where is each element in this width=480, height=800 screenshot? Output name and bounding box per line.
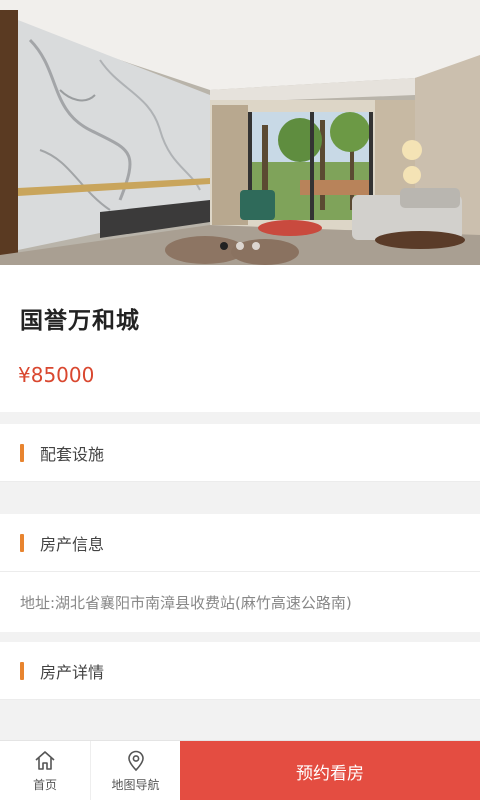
bottom-action-bar: 首页 地图导航 预约看房 (0, 740, 480, 800)
section-header: 配套设施 (0, 424, 480, 482)
section-accent-bar (20, 443, 24, 462)
property-summary: 国誉万和城 ¥85000 (0, 265, 480, 412)
section-header: 房产详情 (0, 642, 480, 700)
tab-map-label: 地图导航 (111, 778, 160, 792)
property-address: 地址:湖北省襄阳市南漳县收费站(麻竹高速公路南) (20, 593, 352, 612)
home-icon (35, 751, 55, 770)
section-accent-bar (20, 661, 24, 680)
carousel-dot[interactable] (236, 242, 244, 250)
tab-home-label: 首页 (32, 778, 57, 792)
tab-home[interactable]: 首页 (0, 741, 90, 800)
carousel-indicator (0, 242, 480, 250)
hero-carousel[interactable] (0, 0, 480, 265)
section-header: 房产信息 (0, 514, 480, 572)
hero-living-room-image (0, 0, 480, 265)
book-viewing-button[interactable]: 预约看房 (180, 741, 480, 800)
location-pin-icon (127, 750, 144, 772)
section-property-details: 房产详情 (0, 642, 480, 700)
section-title-facilities: 配套设施 (40, 444, 105, 464)
carousel-dot-active[interactable] (220, 242, 228, 250)
section-accent-bar (20, 533, 24, 552)
section-property-info: 房产信息 地址:湖北省襄阳市南漳县收费站(麻竹高速公路南) (0, 514, 480, 632)
section-facilities: 配套设施 (0, 424, 480, 482)
section-title-info: 房产信息 (40, 534, 105, 554)
section-title-details: 房产详情 (40, 662, 105, 682)
carousel-dot[interactable] (252, 242, 260, 250)
property-price: ¥85000 (18, 363, 95, 387)
tab-map-navigation[interactable]: 地图导航 (90, 741, 180, 800)
property-name: 国誉万和城 (20, 308, 140, 334)
